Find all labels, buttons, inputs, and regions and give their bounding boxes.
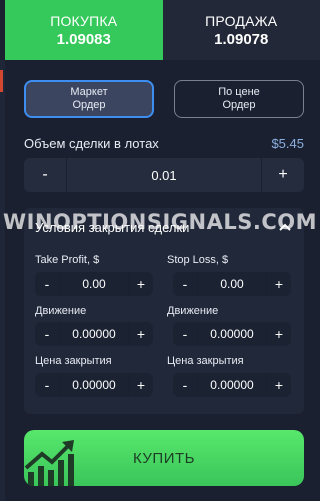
close-price-right-value[interactable]: 0.00000 [197,373,267,397]
close-price-right-increase-button[interactable]: + [267,373,291,397]
tab-buy-price: 1.09083 [56,30,111,48]
stop-loss-value[interactable]: 0.00 [197,272,267,296]
chevron-up-icon[interactable] [278,222,292,232]
close-price-left-stepper: - 0.00000 + [35,373,153,397]
take-profit-stepper: - 0.00 + [35,272,153,296]
close-conditions-header[interactable]: Условия закрытия сделки [35,218,292,236]
left-edge-marker [0,70,3,92]
close-price-right-stepper: - 0.00000 + [173,373,291,397]
close-price-left-value[interactable]: 0.00000 [59,373,129,397]
order-type-selector: Маркет Ордер По цене Ордер [24,80,304,118]
tab-sell-price: 1.09078 [214,30,269,48]
lot-stepper: - 0.01 + [24,158,304,192]
buy-button[interactable]: КУПИТЬ [24,430,304,486]
tab-sell[interactable]: ПРОДАЖА 1.09078 [162,0,320,60]
trade-direction-tabs: ПОКУПКА 1.09083 ПРОДАЖА 1.09078 [5,0,320,60]
movement-right-decrease-button[interactable]: - [173,322,197,346]
close-price-right-decrease-button[interactable]: - [173,373,197,397]
take-profit-increase-button[interactable]: + [129,272,153,296]
tab-buy[interactable]: ПОКУПКА 1.09083 [5,0,163,60]
limit-order-label: По цене Ордер [218,86,260,111]
close-conditions-section: Условия закрытия сделки Take Profit, $ S… [24,208,304,414]
close-price-left-decrease-button[interactable]: - [35,373,59,397]
close-price-right-label: Цена закрытия [167,355,244,367]
movement-right-increase-button[interactable]: + [267,322,291,346]
stop-loss-increase-button[interactable]: + [267,272,291,296]
take-profit-label: Take Profit, $ [35,254,100,266]
tab-sell-label: ПРОДАЖА [205,12,278,29]
take-profit-decrease-button[interactable]: - [35,272,59,296]
stop-loss-decrease-button[interactable]: - [173,272,197,296]
movement-left-value[interactable]: 0.00000 [59,322,129,346]
trade-panel: ПОКУПКА 1.09083 ПРОДАЖА 1.09078 Маркет О… [0,0,320,501]
movement-left-decrease-button[interactable]: - [35,322,59,346]
movement-left-label: Движение [35,305,87,317]
take-profit-value[interactable]: 0.00 [59,272,129,296]
lot-decrease-button[interactable]: - [24,158,66,192]
stop-loss-label: Stop Loss, $ [167,254,229,266]
close-conditions-title: Условия закрытия сделки [35,219,190,235]
buy-button-label: КУПИТЬ [132,449,195,467]
lot-price: $5.45 [271,135,304,151]
trend-up-chart-icon [24,440,74,486]
market-order-button[interactable]: Маркет Ордер [24,80,154,118]
left-edge-strip [0,60,5,501]
market-order-label: Маркет Ордер [70,86,108,111]
lot-label: Объем сделки в лотах [24,135,159,151]
stop-loss-stepper: - 0.00 + [173,272,291,296]
movement-left-stepper: - 0.00000 + [35,322,153,346]
movement-right-stepper: - 0.00000 + [173,322,291,346]
movement-left-increase-button[interactable]: + [129,322,153,346]
movement-right-value[interactable]: 0.00000 [197,322,267,346]
movement-right-label: Движение [167,305,219,317]
close-price-left-label: Цена закрытия [35,355,112,367]
tab-buy-label: ПОКУПКА [50,12,118,29]
lot-header: Объем сделки в лотах $5.45 [24,134,304,152]
lot-value[interactable]: 0.01 [66,158,262,192]
lot-increase-button[interactable]: + [262,158,304,192]
limit-order-button[interactable]: По цене Ордер [174,80,304,118]
close-price-left-increase-button[interactable]: + [129,373,153,397]
